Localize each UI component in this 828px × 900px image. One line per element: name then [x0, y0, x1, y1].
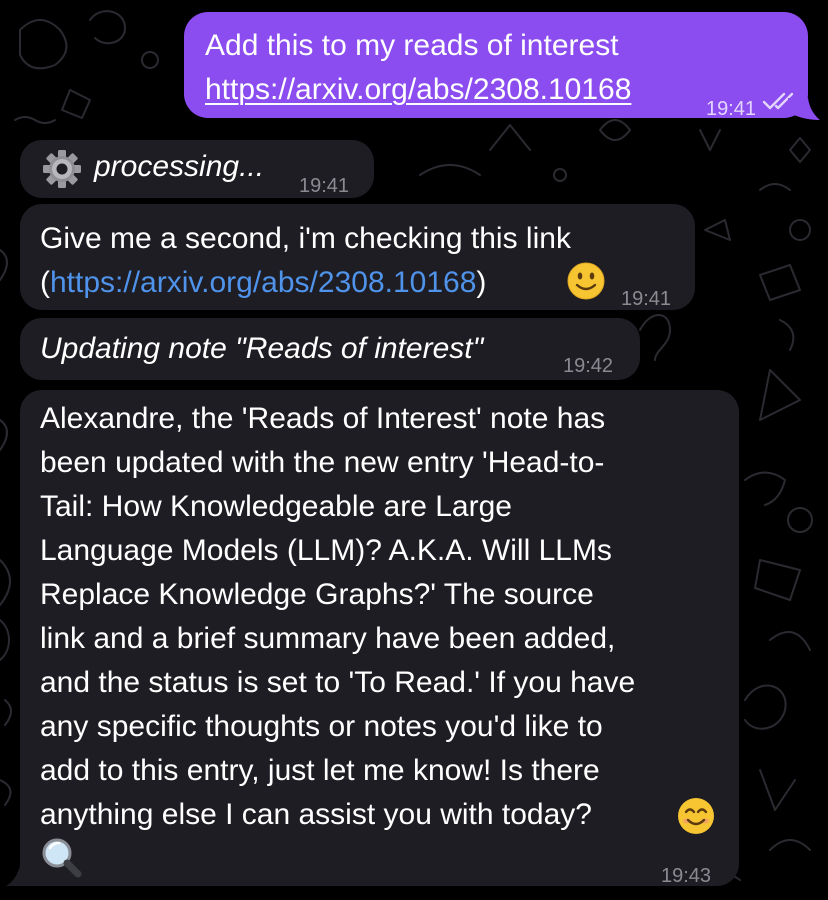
- magnifying-glass-icon: [42, 838, 82, 878]
- message-text: Give me a second, i'm checking this link: [40, 222, 571, 255]
- status-message-updating[interactable]: Updating note "Reads of interest" 19:42: [20, 318, 640, 380]
- message-line: Tail: How Knowledgeable are Large: [40, 490, 512, 523]
- message-line: and the status is set to 'To Read.' If y…: [40, 666, 636, 699]
- slightly-smiling-face-icon: [567, 262, 605, 300]
- bot-message-summary[interactable]: Alexandre, the 'Reads of Interest' note …: [20, 390, 739, 887]
- message-time: 19:41: [621, 288, 672, 310]
- processing-text: processing...: [94, 150, 265, 183]
- message-time: 19:41: [706, 98, 757, 120]
- message-time: 19:41: [299, 175, 350, 197]
- message-time: 19:42: [563, 355, 614, 377]
- arxiv-link[interactable]: https://arxiv.org/abs/2308.10168: [205, 73, 631, 106]
- message-line: add to this entry, just let me know! Is …: [40, 754, 600, 787]
- message-line: link and a brief summary have been added…: [40, 622, 616, 655]
- message-line: Alexandre, the 'Reads of Interest' note …: [40, 402, 606, 435]
- incoming-bubble-tail: [6, 866, 36, 886]
- message-text: Add this to my reads of interest: [205, 29, 619, 62]
- outgoing-message[interactable]: Add this to my reads of interest https:/…: [184, 12, 808, 120]
- updating-text: Updating note "Reads of interest": [40, 332, 484, 365]
- message-line: been updated with the new entry 'Head-to…: [40, 446, 605, 479]
- chat-view[interactable]: Add this to my reads of interest https:/…: [0, 0, 828, 900]
- message-line: anything else I can assist you with toda…: [40, 798, 592, 831]
- message-line: Language Models (LLM)? A.K.A. Will LLMs: [40, 534, 612, 567]
- outgoing-bubble-tail: [788, 98, 820, 120]
- message-time: 19:43: [661, 865, 712, 887]
- message-line: any specific thoughts or notes you'd lik…: [40, 710, 603, 743]
- bot-message-checking[interactable]: Give me a second, i'm checking this link…: [20, 204, 695, 310]
- paren-open: (: [40, 266, 50, 299]
- message-line: Replace Knowledge Graphs?' The source: [40, 578, 594, 611]
- paren-close: ): [476, 266, 487, 299]
- status-message-processing[interactable]: processing... 19:41: [20, 140, 374, 198]
- gear-icon: [43, 150, 81, 188]
- arxiv-link[interactable]: https://arxiv.org/abs/2308.10168: [50, 266, 476, 299]
- smiling-face-icon: [678, 798, 714, 834]
